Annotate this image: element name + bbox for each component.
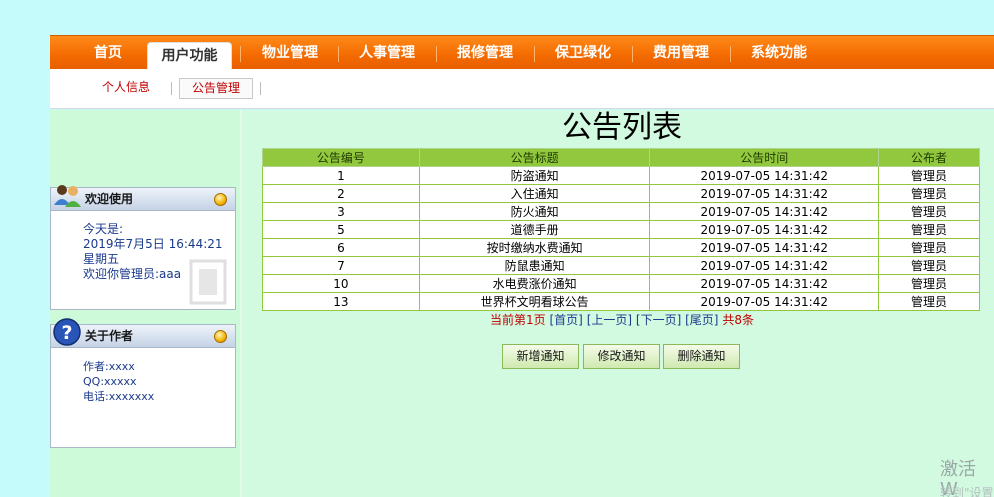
- tab-home[interactable]: 首页: [78, 36, 138, 70]
- prev-page-link[interactable]: [上一页]: [587, 313, 632, 327]
- last-page-link[interactable]: [尾页]: [685, 313, 718, 327]
- current-page-text: 当前第1页: [490, 313, 546, 327]
- about-author-box: ? 关于作者 作者:xxxx QQ:xxxxx 电话:xxxxxxx: [50, 318, 236, 448]
- cell-time: 2019-07-05 14:31:42: [649, 238, 880, 257]
- author-name: 作者:xxxx: [83, 360, 135, 373]
- nav-separator: [632, 46, 633, 62]
- table-header-row: 公告编号 公告标题 公告时间 公布者: [262, 148, 980, 167]
- cell-publisher: 管理员: [878, 292, 980, 311]
- subnav-separator: [260, 82, 261, 95]
- cell-publisher: 管理员: [878, 274, 980, 293]
- notice-table-body: 1 防盗通知 2019-07-05 14:31:42 管理员 2 入住通知 2019-07-…: [262, 166, 980, 311]
- status-light-icon: [214, 193, 227, 206]
- current-date: 2019年7月5日 16:44:21: [83, 237, 223, 251]
- cell-title: 入住通知: [418, 184, 651, 203]
- cell-title: 防盗通知: [418, 166, 651, 185]
- tab-user-functions[interactable]: 用户功能: [147, 42, 232, 71]
- activation-watermark-sub: 转到"设置: [940, 486, 994, 497]
- cell-title: 按时缴纳水费通知: [418, 238, 651, 257]
- help-icon: ?: [53, 318, 81, 346]
- cell-id: 6: [262, 238, 420, 257]
- cell-time: 2019-07-05 14:31:42: [649, 256, 880, 275]
- edit-notice-button[interactable]: 修改通知: [583, 344, 660, 369]
- cell-id: 13: [262, 292, 420, 311]
- column-header-id: 公告编号: [262, 148, 420, 167]
- column-header-publisher: 公布者: [878, 148, 980, 167]
- cell-publisher: 管理员: [878, 184, 980, 203]
- about-box-body: 作者:xxxx QQ:xxxxx 电话:xxxxxxx: [51, 348, 235, 404]
- cell-title: 道德手册: [418, 220, 651, 239]
- cell-time: 2019-07-05 14:31:42: [649, 166, 880, 185]
- notice-table: 公告编号 公告标题 公告时间 公布者 1 防盗通知 2019-07-05 14:31…: [262, 148, 980, 311]
- delete-notice-button[interactable]: 删除通知: [663, 344, 740, 369]
- users-icon: [54, 185, 81, 207]
- page-title: 公告列表: [562, 110, 682, 145]
- cell-title: 防火通知: [418, 202, 651, 221]
- tab-repair-management[interactable]: 报修管理: [440, 36, 530, 70]
- cell-id: 2: [262, 184, 420, 203]
- tab-property-management[interactable]: 物业管理: [245, 36, 335, 70]
- nav-separator: [338, 46, 339, 62]
- cell-publisher: 管理员: [878, 166, 980, 185]
- cell-title: 防鼠患通知: [418, 256, 651, 275]
- cell-publisher: 管理员: [878, 238, 980, 257]
- pagination: 当前第1页 [首页] [上一页] [下一页] [尾页] 共8条: [242, 312, 994, 328]
- cell-time: 2019-07-05 14:31:42: [649, 220, 880, 239]
- cell-publisher: 管理员: [878, 256, 980, 275]
- cell-time: 2019-07-05 14:31:42: [649, 184, 880, 203]
- cell-publisher: 管理员: [878, 220, 980, 239]
- nav-separator: [534, 46, 535, 62]
- nav-separator: [730, 46, 731, 62]
- table-row[interactable]: 7 防鼠患通知 2019-07-05 14:31:42 管理员: [262, 256, 980, 275]
- top-nav: 首页 用户功能 物业管理 人事管理 报修管理 保卫绿化 费用管理 系统功能: [50, 35, 994, 71]
- subnav-personal-info[interactable]: 个人信息: [102, 78, 150, 99]
- table-row[interactable]: 2 入住通知 2019-07-05 14:31:42 管理员: [262, 184, 980, 203]
- tab-security-greening[interactable]: 保卫绿化: [538, 36, 628, 70]
- status-light-icon: [214, 330, 227, 343]
- table-row[interactable]: 5 道德手册 2019-07-05 14:31:42 管理员: [262, 220, 980, 239]
- cell-publisher: 管理员: [878, 202, 980, 221]
- next-page-link[interactable]: [下一页]: [636, 313, 681, 327]
- welcome-box-header: 欢迎使用: [51, 185, 235, 211]
- subnav-notice-management[interactable]: 公告管理: [179, 78, 254, 99]
- cell-id: 10: [262, 274, 420, 293]
- cell-time: 2019-07-05 14:31:42: [649, 274, 880, 293]
- table-row[interactable]: 3 防火通知 2019-07-05 14:31:42 管理员: [262, 202, 980, 221]
- sidebar: 欢迎使用 今天是: 2019年7月5日 16:44:21 星期五 欢迎你管理员:…: [50, 110, 240, 497]
- tab-system-functions[interactable]: 系统功能: [734, 36, 824, 70]
- about-box-title: 关于作者: [85, 329, 134, 343]
- main-content: 公告列表 公告编号 公告标题 公告时间 公布者 1 防盗通知 2019-07-05 …: [242, 110, 994, 497]
- nav-separator: [436, 46, 437, 62]
- welcome-box: 欢迎使用 今天是: 2019年7月5日 16:44:21 星期五 欢迎你管理员:…: [50, 185, 236, 310]
- cell-id: 1: [262, 166, 420, 185]
- sub-nav: 个人信息 公告管理: [50, 69, 994, 109]
- tab-hr-management[interactable]: 人事管理: [342, 36, 432, 70]
- cell-id: 5: [262, 220, 420, 239]
- table-row[interactable]: 13 世界杯文明看球公告 2019-07-05 14:31:42 管理员: [262, 292, 980, 311]
- cell-id: 3: [262, 202, 420, 221]
- author-qq: QQ:xxxxx: [83, 375, 137, 388]
- welcome-box-title: 欢迎使用: [85, 192, 134, 206]
- about-box-header: ? 关于作者: [51, 318, 235, 348]
- author-phone: 电话:xxxxxxx: [83, 390, 155, 403]
- today-label: 今天是:: [83, 222, 124, 236]
- film-decoration-icon: [189, 259, 227, 305]
- cell-title: 世界杯文明看球公告: [418, 292, 651, 311]
- cell-id: 7: [262, 256, 420, 275]
- table-row[interactable]: 1 防盗通知 2019-07-05 14:31:42 管理员: [262, 166, 980, 185]
- add-notice-button[interactable]: 新增通知: [502, 344, 579, 369]
- svg-text:?: ?: [61, 322, 72, 344]
- cell-time: 2019-07-05 14:31:42: [649, 202, 880, 221]
- column-header-time: 公告时间: [649, 148, 880, 167]
- cell-time: 2019-07-05 14:31:42: [649, 292, 880, 311]
- total-count-text: 共8条: [722, 313, 754, 327]
- nav-separator: [240, 46, 241, 62]
- subnav-separator: [171, 82, 172, 95]
- column-header-title: 公告标题: [418, 148, 651, 167]
- tab-fee-management[interactable]: 费用管理: [636, 36, 726, 70]
- first-page-link[interactable]: [首页]: [550, 313, 583, 327]
- cell-title: 水电费涨价通知: [418, 274, 651, 293]
- table-row[interactable]: 6 按时缴纳水费通知 2019-07-05 14:31:42 管理员: [262, 238, 980, 257]
- table-row[interactable]: 10 水电费涨价通知 2019-07-05 14:31:42 管理员: [262, 274, 980, 293]
